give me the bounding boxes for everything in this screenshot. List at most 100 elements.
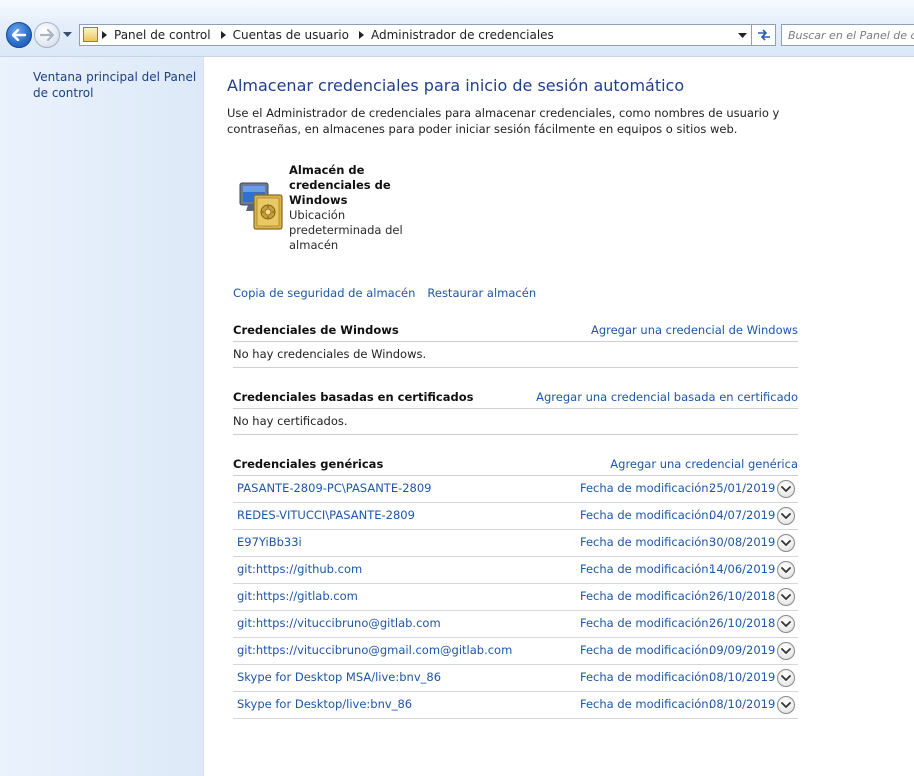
back-button[interactable] <box>6 22 32 48</box>
address-dropdown-button[interactable] <box>738 31 747 40</box>
back-arrow-icon <box>12 29 26 41</box>
credential-row[interactable]: git:https://github.com Fecha de modifica… <box>233 557 798 584</box>
refresh-button[interactable] <box>752 24 776 46</box>
section-title: Credenciales genéricas <box>233 457 384 471</box>
modified-date: 09/09/2019 <box>709 643 776 657</box>
modified-date-label: Fecha de modificación: <box>580 670 713 684</box>
restore-vault-link[interactable]: Restaurar almacén <box>427 286 536 300</box>
section-header: Credenciales genéricas Agregar una crede… <box>233 455 798 476</box>
breadcrumb-separator-icon[interactable] <box>220 31 226 39</box>
windows-credentials-section: Credenciales de Windows Agregar una cred… <box>233 321 798 368</box>
chevron-down-icon <box>781 647 791 654</box>
credential-vault-icon <box>239 182 283 230</box>
chevron-down-icon <box>781 620 791 627</box>
chevron-down-icon <box>62 32 72 37</box>
address-bar[interactable]: Panel de control Cuentas de usuario Admi… <box>79 24 752 46</box>
search-box[interactable] <box>781 24 914 46</box>
main-content: Almacenar credenciales para inicio de se… <box>204 57 914 776</box>
breadcrumb-user-accounts[interactable]: Cuentas de usuario <box>233 28 349 42</box>
expand-credential-button[interactable] <box>777 480 795 498</box>
add-generic-credential-link[interactable]: Agregar una credencial genérica <box>610 457 798 471</box>
credential-row[interactable]: git:https://vituccibruno@gmail.com@gitla… <box>233 638 798 665</box>
vault-description: Ubicación predeterminada del almacén <box>289 208 403 252</box>
modified-date: 08/10/2019 <box>709 670 776 684</box>
expand-credential-button[interactable] <box>777 696 795 714</box>
chevron-down-icon <box>781 674 791 681</box>
expand-credential-button[interactable] <box>777 615 795 633</box>
chevron-down-icon <box>738 32 747 38</box>
expand-credential-button[interactable] <box>777 507 795 525</box>
section-header: Credenciales basadas en certificados Agr… <box>233 388 798 409</box>
section-header: Credenciales de Windows Agregar una cred… <box>233 321 798 342</box>
credential-row[interactable]: PASANTE-2809-PC\PASANTE-2809 Fecha de mo… <box>233 476 798 503</box>
backup-vault-link[interactable]: Copia de seguridad de almacén <box>233 286 415 300</box>
expand-credential-button[interactable] <box>777 642 795 660</box>
forward-arrow-icon <box>40 29 54 41</box>
vault-actions: Copia de seguridad de almacén Restaurar … <box>233 286 536 300</box>
add-windows-credential-link[interactable]: Agregar una credencial de Windows <box>591 323 798 337</box>
control-panel-icon <box>83 27 98 42</box>
recent-pages-button[interactable] <box>62 30 72 40</box>
vault-info[interactable]: Almacén de credenciales de Windows Ubica… <box>289 163 409 253</box>
page-description: Use el Administrador de credenciales par… <box>227 106 780 136</box>
chevron-down-icon <box>781 701 791 708</box>
empty-message: No hay certificados. <box>233 409 798 435</box>
breadcrumb-control-panel[interactable]: Panel de control <box>114 28 211 42</box>
chevron-down-icon <box>781 512 791 519</box>
modified-date-label: Fecha de modificación: <box>580 643 713 657</box>
generic-credentials-section: Credenciales genéricas Agregar una crede… <box>233 455 798 719</box>
expand-credential-button[interactable] <box>777 588 795 606</box>
modified-date-label: Fecha de modificación: <box>580 535 713 549</box>
modified-date: 25/01/2019 <box>709 481 776 495</box>
credential-name[interactable]: git:https://github.com <box>237 562 362 576</box>
breadcrumb-separator-icon[interactable] <box>102 31 107 39</box>
section-title: Credenciales basadas en certificados <box>233 390 474 404</box>
credential-name[interactable]: git:https://vituccibruno@gmail.com@gitla… <box>237 643 512 657</box>
credential-name[interactable]: REDES-VITUCCI\PASANTE-2809 <box>237 508 415 522</box>
certificate-credentials-section: Credenciales basadas en certificados Agr… <box>233 388 798 435</box>
modified-date: 30/08/2019 <box>709 535 776 549</box>
page-title: Almacenar credenciales para inicio de se… <box>227 76 685 95</box>
generic-credentials-list: PASANTE-2809-PC\PASANTE-2809 Fecha de mo… <box>233 476 798 719</box>
chevron-down-icon <box>781 593 791 600</box>
modified-date-label: Fecha de modificación: <box>580 697 713 711</box>
modified-date-label: Fecha de modificación: <box>580 616 713 630</box>
credential-name[interactable]: E97YiBb33i <box>237 535 302 549</box>
chevron-down-icon <box>781 485 791 492</box>
expand-credential-button[interactable] <box>777 669 795 687</box>
breadcrumb-credential-manager[interactable]: Administrador de credenciales <box>371 28 554 42</box>
search-input[interactable] <box>788 26 914 44</box>
section-title: Credenciales de Windows <box>233 323 399 337</box>
chevron-down-icon <box>781 566 791 573</box>
add-certificate-credential-link[interactable]: Agregar una credencial basada en certifi… <box>536 390 798 404</box>
modified-date: 08/10/2019 <box>709 697 776 711</box>
breadcrumb: Panel de control Cuentas de usuario Admi… <box>102 25 564 45</box>
chevron-down-icon <box>781 539 791 546</box>
expand-credential-button[interactable] <box>777 561 795 579</box>
control-panel-home-link[interactable]: Ventana principal del Panel de control <box>33 69 198 101</box>
breadcrumb-separator-icon[interactable] <box>358 31 364 39</box>
forward-button[interactable] <box>34 22 60 48</box>
modified-date-label: Fecha de modificación: <box>580 481 713 495</box>
credential-name[interactable]: git:https://vituccibruno@gitlab.com <box>237 616 441 630</box>
credential-name[interactable]: Skype for Desktop/live:bnv_86 <box>237 697 412 711</box>
modified-date: 26/10/2018 <box>709 589 776 603</box>
expand-credential-button[interactable] <box>777 534 795 552</box>
empty-message: No hay credenciales de Windows. <box>233 342 798 368</box>
credential-row[interactable]: Skype for Desktop/live:bnv_86 Fecha de m… <box>233 692 798 719</box>
refresh-icon <box>757 29 770 41</box>
credential-name[interactable]: PASANTE-2809-PC\PASANTE-2809 <box>237 481 432 495</box>
modified-date: 26/10/2018 <box>709 616 776 630</box>
left-pane: Ventana principal del Panel de control <box>0 57 204 776</box>
vault-name: Almacén de credenciales de Windows <box>289 163 391 207</box>
modified-date-label: Fecha de modificación: <box>580 508 713 522</box>
credential-name[interactable]: Skype for Desktop MSA/live:bnv_86 <box>237 670 441 684</box>
credential-row[interactable]: git:https://vituccibruno@gitlab.com Fech… <box>233 611 798 638</box>
credential-row[interactable]: E97YiBb33i Fecha de modificación: 30/08/… <box>233 530 798 557</box>
credential-row[interactable]: Skype for Desktop MSA/live:bnv_86 Fecha … <box>233 665 798 692</box>
credential-row[interactable]: git:https://gitlab.com Fecha de modifica… <box>233 584 798 611</box>
navigation-bar: Panel de control Cuentas de usuario Admi… <box>0 0 914 57</box>
modified-date-label: Fecha de modificación: <box>580 562 713 576</box>
credential-name[interactable]: git:https://gitlab.com <box>237 589 358 603</box>
credential-row[interactable]: REDES-VITUCCI\PASANTE-2809 Fecha de modi… <box>233 503 798 530</box>
